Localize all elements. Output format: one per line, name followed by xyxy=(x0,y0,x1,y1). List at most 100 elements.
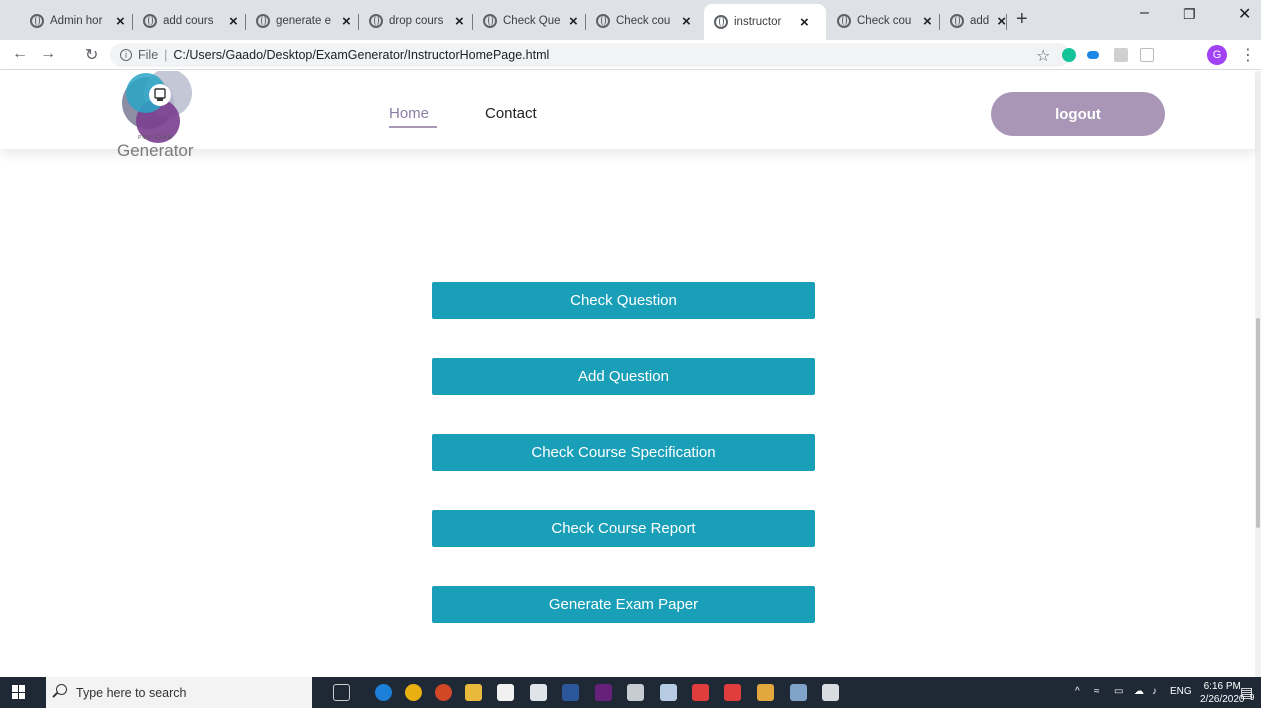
clock-date: 2/26/2020 xyxy=(1200,694,1245,705)
tool-app-icon[interactable] xyxy=(757,684,774,701)
globe-icon xyxy=(596,14,610,28)
window-close-icon[interactable]: ✕ xyxy=(1238,4,1251,24)
extension-icon[interactable] xyxy=(1140,48,1154,62)
printer-app-icon[interactable] xyxy=(627,684,644,701)
clock-time: 6:16 PM xyxy=(1203,681,1241,692)
site-header: PMU EXAM Generator Home Contact logout xyxy=(0,71,1255,160)
close-icon[interactable]: × xyxy=(455,13,464,30)
close-icon[interactable]: × xyxy=(569,13,578,30)
nav-contact-link[interactable]: Contact xyxy=(485,105,537,122)
reload-icon[interactable]: ↻ xyxy=(85,45,98,65)
tab-title: Check Que xyxy=(503,15,561,27)
tab-title: Check cou xyxy=(857,15,912,27)
url-scheme: File xyxy=(138,48,159,62)
search-icon xyxy=(56,684,67,695)
globe-icon xyxy=(483,14,497,28)
satellite-app-icon[interactable] xyxy=(790,684,807,701)
tab-title: instructor xyxy=(734,16,782,28)
language-indicator[interactable]: ENG xyxy=(1170,686,1192,697)
globe-icon xyxy=(30,14,44,28)
browser-tab-strip: Admin hor × add cours × generate e × dro… xyxy=(0,0,1261,40)
nav-active-underline xyxy=(389,126,437,128)
browser-tab[interactable]: Check cou × xyxy=(586,6,691,36)
taskbar-clock[interactable]: 6:16 PM 2/26/2020 xyxy=(1200,680,1245,706)
globe-icon xyxy=(256,14,270,28)
file-explorer-icon[interactable] xyxy=(465,684,482,701)
menu-kebab-icon[interactable]: ⋮ xyxy=(1240,45,1256,65)
close-icon[interactable]: × xyxy=(997,13,1006,30)
browser-tab[interactable]: drop cours × xyxy=(359,6,464,36)
browser-tab[interactable]: generate e × xyxy=(246,6,351,36)
logo-text: Generator xyxy=(117,141,194,160)
back-arrow-icon[interactable]: ← xyxy=(12,45,28,63)
tab-title: add cours xyxy=(163,15,214,27)
close-icon[interactable]: × xyxy=(342,13,351,30)
taskbar-search-placeholder: Type here to search xyxy=(76,685,187,700)
new-tab-button[interactable]: + xyxy=(1016,8,1028,31)
globe-icon xyxy=(837,14,851,28)
store-icon[interactable] xyxy=(497,684,514,701)
volume-icon[interactable]: ♪ xyxy=(1152,686,1157,697)
tab-title: Check cou xyxy=(616,15,671,27)
close-icon[interactable]: × xyxy=(800,14,809,31)
task-view-icon[interactable] xyxy=(333,684,350,701)
mail-icon[interactable] xyxy=(530,684,547,701)
browser-tab-active[interactable]: instructor × xyxy=(704,4,826,40)
browser-toolbar: ← → ↻ i File | C:/Users/Gaado/Desktop/Ex… xyxy=(0,40,1261,70)
logout-button[interactable]: logout xyxy=(991,92,1165,136)
notepad-icon[interactable] xyxy=(660,684,677,701)
grammarly-extension-icon[interactable] xyxy=(1062,48,1076,62)
app-icon[interactable] xyxy=(692,684,709,701)
maximize-icon[interactable]: ❐ xyxy=(1183,6,1196,23)
url-path: C:/Users/Gaado/Desktop/ExamGenerator/Ins… xyxy=(173,48,550,62)
pdf-extension-icon[interactable] xyxy=(1114,48,1128,62)
forward-arrow-icon[interactable]: → xyxy=(40,45,56,63)
chrome-browser-icon[interactable] xyxy=(405,684,422,701)
nav-home-link[interactable]: Home xyxy=(389,105,429,122)
bookmark-star-icon[interactable]: ☆ xyxy=(1036,46,1050,66)
globe-icon xyxy=(714,15,728,29)
battery-icon[interactable]: ▭ xyxy=(1114,686,1123,697)
windows-taskbar: Type here to search ^ ≈ ▭ ☁ ♪ ENG 6:16 P… xyxy=(0,677,1261,708)
word-icon[interactable] xyxy=(562,684,579,701)
tab-title: Admin hor xyxy=(50,15,103,27)
close-icon[interactable]: × xyxy=(923,13,932,30)
check-course-report-button[interactable]: Check Course Report xyxy=(432,510,815,547)
taskbar-search-input[interactable]: Type here to search xyxy=(46,677,312,708)
minimize-icon[interactable]: – xyxy=(1140,4,1149,22)
globe-icon xyxy=(369,14,383,28)
powerpoint-icon[interactable] xyxy=(435,684,452,701)
browser-tab[interactable]: add cours × xyxy=(133,6,238,36)
close-icon[interactable]: × xyxy=(116,13,125,30)
photos-icon[interactable] xyxy=(822,684,839,701)
tab-title: generate e xyxy=(276,15,331,27)
tab-title: drop cours xyxy=(389,15,444,27)
url-divider: | xyxy=(164,48,168,62)
visual-studio-icon[interactable] xyxy=(595,684,612,701)
notification-count-badge: 9 xyxy=(1250,693,1255,702)
info-icon[interactable]: i xyxy=(120,49,132,61)
add-question-button[interactable]: Add Question xyxy=(432,358,815,395)
check-question-button[interactable]: Check Question xyxy=(432,282,815,319)
network-icon[interactable]: ≈ xyxy=(1094,686,1100,697)
address-bar[interactable]: i File | C:/Users/Gaado/Desktop/ExamGene… xyxy=(110,43,1070,67)
cloud-extension-icon[interactable] xyxy=(1087,51,1099,59)
browser-tab[interactable]: Admin hor × xyxy=(20,6,125,36)
tab-title: add Quest xyxy=(970,15,993,27)
browser-tab[interactable]: Check Que × xyxy=(473,6,578,36)
chevron-up-icon[interactable]: ^ xyxy=(1075,686,1080,697)
browser-tab[interactable]: add Quest × xyxy=(940,6,1006,36)
app-icon[interactable] xyxy=(724,684,741,701)
generate-exam-paper-button[interactable]: Generate Exam Paper xyxy=(432,586,815,623)
scrollbar-thumb[interactable] xyxy=(1256,318,1260,528)
windows-start-icon[interactable] xyxy=(12,685,26,699)
globe-icon xyxy=(143,14,157,28)
profile-avatar[interactable]: G xyxy=(1207,45,1227,65)
close-icon[interactable]: × xyxy=(682,13,691,30)
cloud-sync-icon[interactable]: ☁ xyxy=(1134,686,1144,697)
close-icon[interactable]: × xyxy=(229,13,238,30)
check-course-specification-button[interactable]: Check Course Specification xyxy=(432,434,815,471)
edge-browser-icon[interactable] xyxy=(375,684,392,701)
globe-icon xyxy=(950,14,964,28)
browser-tab[interactable]: Check cou × xyxy=(827,6,932,36)
